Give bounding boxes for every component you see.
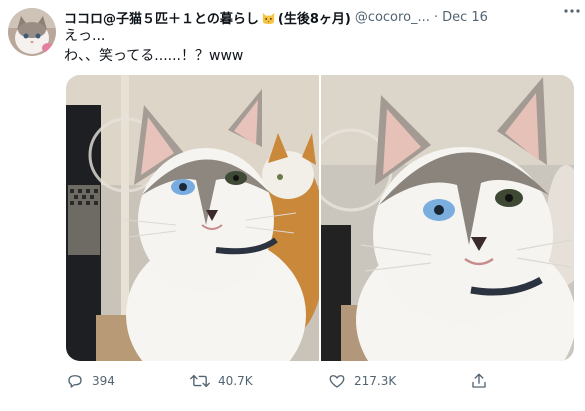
tweet-media xyxy=(66,75,574,361)
user-handle[interactable]: @cocoro_... xyxy=(355,10,430,25)
reply-count: 394 xyxy=(92,374,115,388)
avatar[interactable] xyxy=(8,8,56,56)
retweet-icon xyxy=(190,374,210,388)
share-icon xyxy=(472,373,486,388)
share-button[interactable] xyxy=(470,372,496,390)
tweet-text-line-2: わ、、笑ってる......！？www xyxy=(64,48,244,64)
separator-dot: · xyxy=(433,9,439,25)
display-name-suffix: (生後8ヶ月) xyxy=(277,11,351,27)
cat-photo-1[interactable] xyxy=(66,75,319,361)
more-icon[interactable] xyxy=(561,2,583,20)
reply-icon xyxy=(68,375,82,388)
retweet-button[interactable]: 40.7K xyxy=(190,372,253,390)
display-name[interactable]: ココロ@子猫５匹＋１との暮らし xyxy=(64,8,259,27)
cat-emoji-icon xyxy=(262,12,274,24)
tweet-header: ココロ@子猫５匹＋１との暮らし (生後8ヶ月) @cocoro_... · De… xyxy=(64,6,579,28)
reply-button[interactable]: 394 xyxy=(66,372,115,390)
like-count: 217.3K xyxy=(354,374,397,388)
tweet-actions: 394 40.7K 217.3K xyxy=(66,370,566,394)
like-button[interactable]: 217.3K xyxy=(328,372,396,390)
tweet-date[interactable]: Dec 16 xyxy=(442,10,488,25)
tweet-text-line-1: えっ... xyxy=(64,28,106,44)
retweet-count: 40.7K xyxy=(218,374,253,388)
cat-photo-2[interactable] xyxy=(321,75,574,361)
like-icon xyxy=(329,375,345,388)
